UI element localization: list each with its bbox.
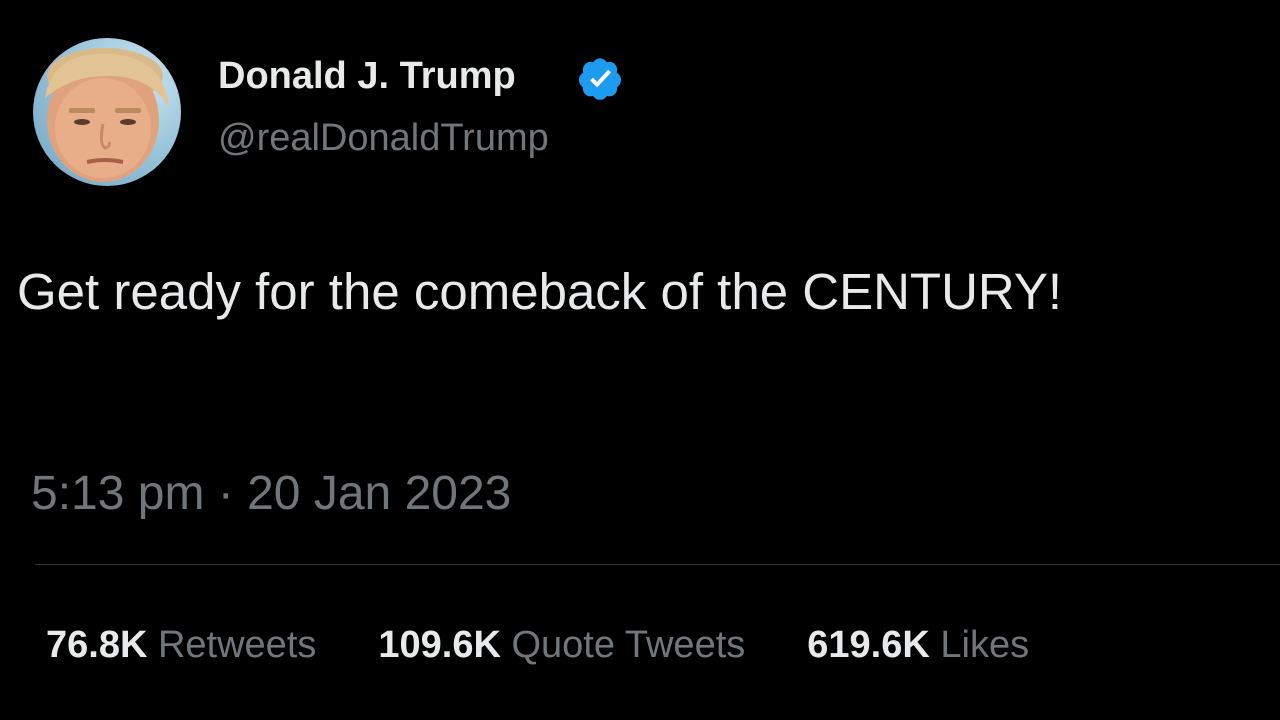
- quote-tweets-label: Quote Tweets: [511, 624, 746, 666]
- likes-label: Likes: [940, 624, 1030, 666]
- tweet-card: Donald J. Trump @realDonaldTrump Get rea…: [0, 0, 1280, 720]
- retweets-stat[interactable]: 76.8K Retweets: [46, 624, 316, 667]
- display-name[interactable]: Donald J. Trump: [218, 55, 516, 98]
- retweets-label: Retweets: [157, 624, 317, 666]
- verified-badge-icon: [579, 58, 621, 100]
- avatar-portrait-icon: [33, 48, 181, 186]
- timestamp-separator: ·: [217, 467, 234, 520]
- likes-count: 619.6K: [807, 624, 930, 666]
- retweets-count: 76.8K: [46, 624, 148, 666]
- author-handle[interactable]: @realDonaldTrump: [218, 117, 549, 160]
- tweet-date[interactable]: 20 Jan 2023: [247, 467, 511, 520]
- tweet-timestamp: 5:13 pm · 20 Jan 2023: [31, 466, 511, 521]
- tweet-time[interactable]: 5:13 pm: [31, 467, 204, 520]
- divider: [35, 564, 1280, 565]
- avatar[interactable]: [33, 38, 181, 186]
- quote-tweets-count: 109.6K: [378, 624, 501, 666]
- tweet-text: Get ready for the comeback of the CENTUR…: [17, 263, 1063, 320]
- likes-stat[interactable]: 619.6K Likes: [807, 624, 1029, 667]
- tweet-stats: 76.8K Retweets 109.6K Quote Tweets 619.6…: [46, 624, 1029, 667]
- quote-tweets-stat[interactable]: 109.6K Quote Tweets: [378, 624, 745, 667]
